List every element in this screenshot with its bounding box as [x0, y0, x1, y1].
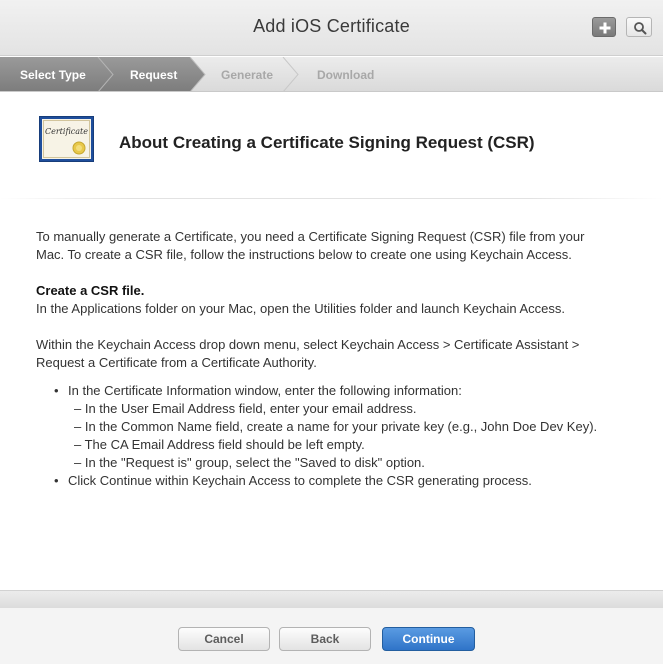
step-generate: Generate: [221, 68, 274, 82]
menu-line-1: Within the Keychain Access drop down men…: [36, 337, 580, 352]
intro-line-2: Mac. To create a CSR file, follow the in…: [36, 247, 572, 262]
svg-text:Certificate: Certificate: [45, 127, 88, 136]
certificate-icon: Certificate: [39, 116, 94, 167]
instructions-content: To manually generate a Certificate, you …: [36, 228, 646, 490]
intro-line-1: To manually generate a Certificate, you …: [36, 229, 585, 244]
section-heading: Create a CSR file.: [36, 283, 145, 298]
list-item: • In the Certificate Information window,…: [54, 382, 646, 472]
bullet-icon: •: [54, 473, 59, 488]
continue-button[interactable]: Continue: [382, 627, 475, 651]
step-request: Request: [130, 68, 178, 82]
divider: [0, 198, 663, 199]
search-icon: [634, 22, 647, 35]
search-button[interactable]: [626, 17, 652, 37]
cancel-button[interactable]: Cancel: [178, 627, 270, 651]
page-title: About Creating a Certificate Signing Req…: [119, 133, 535, 152]
list-item-text: Click Continue within Keychain Access to…: [68, 473, 532, 488]
sub-item: – The CA Email Address field should be l…: [74, 437, 365, 452]
menu-line-2: Request a Certificate from a Certificate…: [36, 355, 317, 370]
section-text: In the Applications folder on your Mac, …: [36, 301, 565, 316]
sub-item: – In the "Request is" group, select the …: [74, 455, 425, 470]
sub-item: – In the User Email Address field, enter…: [74, 401, 417, 416]
step-download: Download: [317, 68, 375, 82]
sub-item: – In the Common Name field, create a nam…: [74, 419, 598, 434]
bullet-icon: •: [54, 383, 59, 398]
progress-steps: Select Type Request Generate Download: [0, 57, 663, 92]
back-button[interactable]: Back: [279, 627, 371, 651]
add-button[interactable]: [592, 17, 616, 37]
footer-band: [0, 590, 663, 608]
window-header: Add iOS Certificate: [0, 0, 663, 56]
page-header-title: Add iOS Certificate: [253, 16, 410, 36]
list-item-text: In the Certificate Information window, e…: [68, 383, 462, 398]
list-item: • Click Continue within Keychain Access …: [54, 472, 646, 490]
step-select-type: Select Type: [20, 68, 86, 82]
plus-icon: [599, 22, 611, 34]
instructions-list: • In the Certificate Information window,…: [36, 382, 646, 490]
